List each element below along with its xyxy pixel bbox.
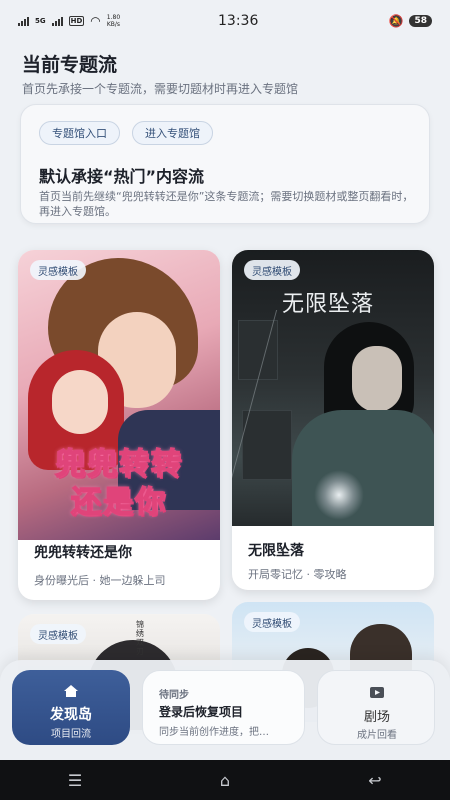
dock-theater-label: 剧场: [363, 710, 390, 725]
play-box-icon: [370, 687, 384, 698]
dock-discover-button[interactable]: 发现岛 项目回流: [12, 670, 130, 745]
network-speed: 1.80 KB/s: [106, 14, 121, 28]
network-label: 5G: [35, 17, 46, 25]
template-card-2[interactable]: 无限坠落 灵感模板 无限坠落 开局零记忆 · 零攻略: [232, 250, 434, 590]
signal-icon: [18, 16, 29, 26]
template-tag: 灵感模板: [30, 624, 86, 644]
status-right: 🔕 58: [389, 14, 432, 28]
system-nav-bar: ☰ ⌂ ↩: [0, 760, 450, 800]
info-card-description: 首页当前先继续“兜兜转转还是你”这条专题流；需要切换题材或整页翻看时，再进入专题…: [39, 190, 414, 218]
back-icon[interactable]: ↩: [355, 771, 395, 790]
template-tag: 灵感模板: [30, 260, 86, 280]
poster-image: 无限坠落: [232, 250, 434, 526]
home-icon: [64, 685, 78, 697]
status-left: 5G HD ◠ 1.80 KB/s: [18, 14, 188, 28]
chip-row: 专题馆入口 进入专题馆: [39, 121, 213, 145]
bottom-dock: 发现岛 项目回流 待同步 登录后恢复项目 同步当前创作进度，把… 剧场 成片回看: [0, 660, 450, 760]
card-title: 兜兜转转还是你: [34, 545, 132, 561]
sync-description: 同步当前创作进度，把…: [159, 727, 269, 738]
poster-image: 兜兜转转 还是你: [18, 250, 220, 540]
enter-topic-hall-chip[interactable]: 进入专题馆: [132, 121, 213, 145]
poster-logo-text: 锦绣双刃: [136, 620, 144, 656]
poster-figure: [292, 410, 434, 526]
poster-logo-text: 兜兜转转 还是你: [54, 446, 183, 521]
card-title: 无限坠落: [248, 543, 304, 559]
card-subtitle: 开局零记忆 · 零攻略: [248, 568, 347, 581]
page-title: 当前专题流: [22, 54, 118, 76]
template-tag: 灵感模板: [244, 612, 300, 632]
hd-badge: HD: [68, 16, 85, 26]
info-card-headline: 默认承接“热门”内容流: [39, 167, 205, 186]
topic-hall-entry-chip[interactable]: 专题馆入口: [39, 121, 120, 145]
sync-status: 待同步: [159, 690, 189, 701]
home-outline-icon[interactable]: ⌂: [205, 771, 245, 790]
poster-figure: [352, 346, 402, 412]
topic-info-card: 专题馆入口 进入专题馆 默认承接“热门”内容流 首页当前先继续“兜兜转转还是你”…: [20, 104, 430, 224]
wifi-icon: ◠: [90, 14, 101, 28]
poster-decor: [314, 470, 364, 520]
poster-figure: [52, 370, 108, 434]
poster-logo-text: 无限坠落: [282, 292, 375, 317]
template-card-1[interactable]: 兜兜转转 还是你 灵感模板 兜兜转转还是你 身份曝光后 · 她一边躲上司: [18, 250, 220, 600]
mute-icon: 🔕: [388, 14, 404, 28]
card-subtitle: 身份曝光后 · 她一边躲上司: [34, 574, 166, 587]
menu-icon[interactable]: ☰: [55, 771, 95, 790]
status-bar: 5G HD ◠ 1.80 KB/s 13:36 🔕 58: [0, 0, 450, 42]
dock-discover-label: 发现岛: [50, 707, 92, 723]
dock-sync-card[interactable]: 待同步 登录后恢复项目 同步当前创作进度，把…: [142, 670, 305, 745]
battery-indicator: 58: [409, 15, 432, 27]
dock-theater-sub: 成片回看: [357, 730, 397, 741]
sync-title: 登录后恢复项目: [159, 705, 244, 719]
signal-icon-2: [51, 16, 63, 26]
dock-theater-button[interactable]: 剧场 成片回看: [317, 670, 435, 745]
clock: 13:36: [218, 13, 259, 29]
page-subtitle: 首页先承接一个专题流，需要切题材时再进入专题馆: [22, 82, 299, 96]
template-tag: 灵感模板: [244, 260, 300, 280]
dock-discover-sub: 项目回流: [51, 729, 91, 740]
